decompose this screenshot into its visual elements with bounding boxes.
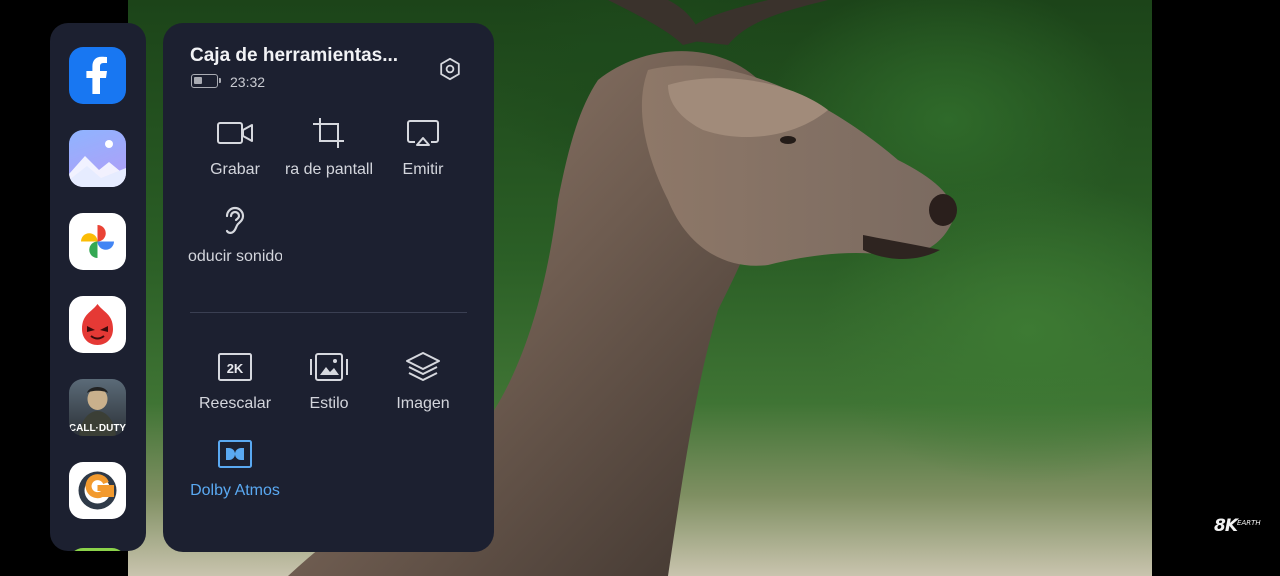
gear-icon (440, 57, 460, 81)
record-tool-button[interactable]: Grabar (188, 113, 282, 193)
tool-label: Estilo (309, 395, 349, 412)
app-dock: CALL·DUTY (50, 23, 146, 551)
section-divider (190, 312, 467, 313)
clock-time: 23:32 (230, 74, 266, 90)
2k-icon: 2K (218, 353, 252, 381)
8k-earth-watermark: 8KEARTH (1214, 516, 1261, 536)
image-tool-button[interactable]: Imagen (376, 347, 470, 427)
cast-icon (407, 120, 439, 146)
cast-tool-button[interactable]: Emitir (376, 113, 470, 193)
tool-label: Grabar (210, 161, 260, 178)
screenshot-tool-button[interactable]: ra de pantall (282, 113, 376, 193)
sound-tool-button[interactable]: oducir sonido (188, 200, 282, 280)
antutu-icon[interactable] (69, 296, 126, 353)
tool-label: Dolby Atmos (190, 482, 280, 499)
battery-level (194, 77, 202, 84)
tool-label: oducir sonido (188, 248, 282, 265)
gallery-icon[interactable] (69, 130, 126, 187)
tool-label: Reescalar (198, 395, 272, 412)
google-photos-icon[interactable] (69, 213, 126, 270)
svg-text:2K: 2K (227, 361, 244, 376)
svg-text:CALL·DUTY: CALL·DUTY (69, 423, 126, 434)
panel-title: Caja de herramientas... (190, 45, 399, 66)
image-style-icon (310, 353, 348, 381)
dolby-atmos-tool-button[interactable]: Dolby Atmos (188, 434, 282, 514)
settings-button[interactable] (433, 52, 467, 86)
facebook-icon[interactable] (69, 47, 126, 104)
g-app-icon[interactable] (69, 462, 126, 519)
tool-label: Emitir (402, 161, 444, 178)
game-toolbox-panel: Caja de herramientas... 23:32 Grabar ra … (163, 23, 494, 552)
tool-label: Imagen (396, 395, 450, 412)
app-icon-peek[interactable] (69, 548, 126, 551)
upscale-tool-button[interactable]: 2K Reescalar (188, 347, 282, 427)
ear-icon (225, 206, 245, 234)
tool-label: ra de pantall (284, 161, 374, 178)
screenshot-crop-icon (313, 118, 344, 148)
layers-icon (406, 352, 440, 381)
call-of-duty-icon[interactable]: CALL·DUTY (69, 379, 126, 436)
style-tool-button[interactable]: Estilo (282, 347, 376, 427)
dolby-icon (218, 440, 252, 468)
video-record-icon (217, 122, 253, 144)
battery-icon (191, 74, 221, 88)
